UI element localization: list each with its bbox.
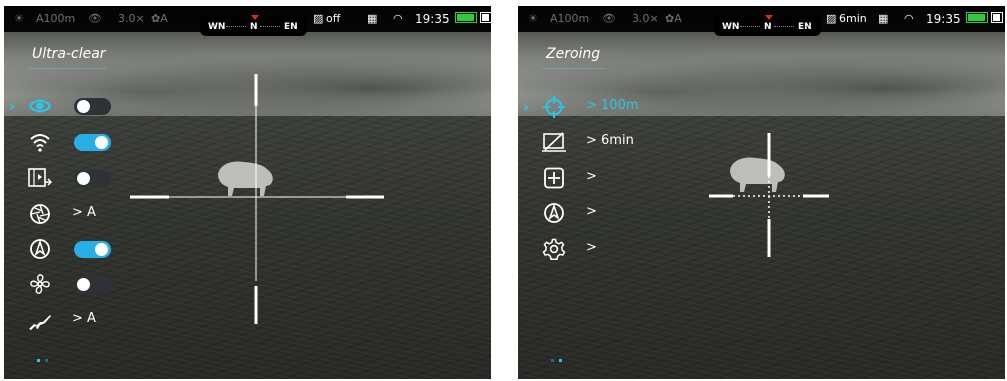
brightness-icon: ☀ [528,12,538,25]
display-timer-readout: 6min [839,12,867,25]
aperture-icon [30,204,50,224]
fan-icon [30,274,50,294]
menu-title-underline [28,68,106,69]
menu-row-pip[interactable] [4,163,164,193]
pip-status-icon: ▦ [367,12,378,25]
eye-icon: 👁 [88,12,102,25]
compass-label-wn: WN [208,22,226,32]
menu-row-zeroing-distance[interactable]: › > 100m [518,92,678,122]
menu-row-ultra-clear[interactable]: › [4,91,164,121]
mode-value: A [160,12,168,25]
compass-ticks [260,26,280,29]
compass-label-wn: WN [722,22,740,32]
menu-row-aperture[interactable]: > A [4,199,164,229]
range-readout: A100m [36,12,76,25]
scope-screen-zeroing: ☀ A100m 👁 3.0× ✿A ▨ 6min ▦ ◠ 19:35 WN N … [518,6,1005,379]
display-timer-icon: ▨ [826,12,837,25]
battery-icon [455,11,477,27]
eye-icon [28,99,52,113]
menu-row-fan[interactable] [4,269,164,299]
page-indicator [37,347,53,366]
menu-row-add[interactable]: > [518,163,678,193]
brightness-icon: ☀ [14,12,24,25]
wifi-status-icon: ◠ [393,12,403,25]
compass-ticks [774,26,794,29]
clock: 19:35 [926,12,961,26]
compass-toggle[interactable] [74,241,111,258]
compass-heading-marker [251,15,259,20]
range-readout: A100m [550,12,590,25]
compass-label-en: EN [284,22,298,32]
menu-row-settings[interactable]: > [518,234,678,264]
pip-toggle[interactable] [74,170,111,187]
wifi-status-icon: ◠ [904,12,914,25]
rifle-value: > A [72,311,96,326]
battery-icon [966,11,988,27]
eye-icon: 👁 [602,12,616,25]
ultra-clear-toggle[interactable] [74,98,111,115]
mode-readout: ✿A [665,12,682,25]
menu-title: Ultra-clear [32,46,106,62]
mode-readout: ✿A [151,12,168,25]
compass-ticks [740,26,760,29]
crosshair-target-icon [543,96,565,118]
compass-value: > [586,204,597,219]
device-battery-icon [991,11,1003,27]
menu-row-rifle[interactable]: > A [4,305,164,335]
zoom-readout: 3.0× [632,12,659,25]
compass-ticks [226,26,246,29]
wifi-icon [30,134,50,152]
settings-value: > [586,240,597,255]
compass-icon [544,203,564,223]
mode-value: A [674,12,682,25]
display-off-icon: ▨ [313,12,324,25]
menu-row-screen-off[interactable]: > 6min [518,127,678,157]
menu-title-underline [542,68,604,69]
zeroing-reticle [709,133,829,257]
selection-chevron-icon: › [9,97,16,115]
compass-label-n: N [250,22,258,32]
selection-chevron-icon: › [523,98,530,116]
scope-screen-settings: ☀ A100m 👁 3.0× ✿A ▨ off ▦ ◠ 19:35 WN N E… [4,6,491,379]
page-indicator [551,347,567,366]
compass-icon [30,239,50,259]
menu-row-compass[interactable] [4,234,164,264]
clock: 19:35 [415,12,450,26]
device-battery-icon [480,11,491,27]
plus-box-icon [544,167,564,189]
menu-title: Zeroing [546,46,601,62]
compass-label-en: EN [798,22,812,32]
screen-off-icon [542,132,566,152]
screen-off-value: > 6min [586,133,634,148]
rifle-icon [29,315,51,330]
pip-status-icon: ▦ [878,12,889,25]
display-off-readout: off [326,12,341,25]
compass-strip: WN N EN [200,15,307,36]
wifi-toggle[interactable] [74,134,111,151]
aperture-value: > A [72,205,96,220]
compass-strip: WN N EN [714,15,821,36]
zeroing-distance-value: > 100m [586,98,639,113]
add-value: > [586,169,597,184]
settings-gear-icon [542,238,566,260]
zoom-readout: 3.0× [118,12,145,25]
menu-row-wifi[interactable] [4,127,164,157]
fan-toggle[interactable] [74,276,111,293]
compass-heading-marker [765,15,773,20]
menu-row-compass[interactable]: > [518,198,678,228]
compass-label-n: N [764,22,772,32]
pip-icon [28,168,52,187]
